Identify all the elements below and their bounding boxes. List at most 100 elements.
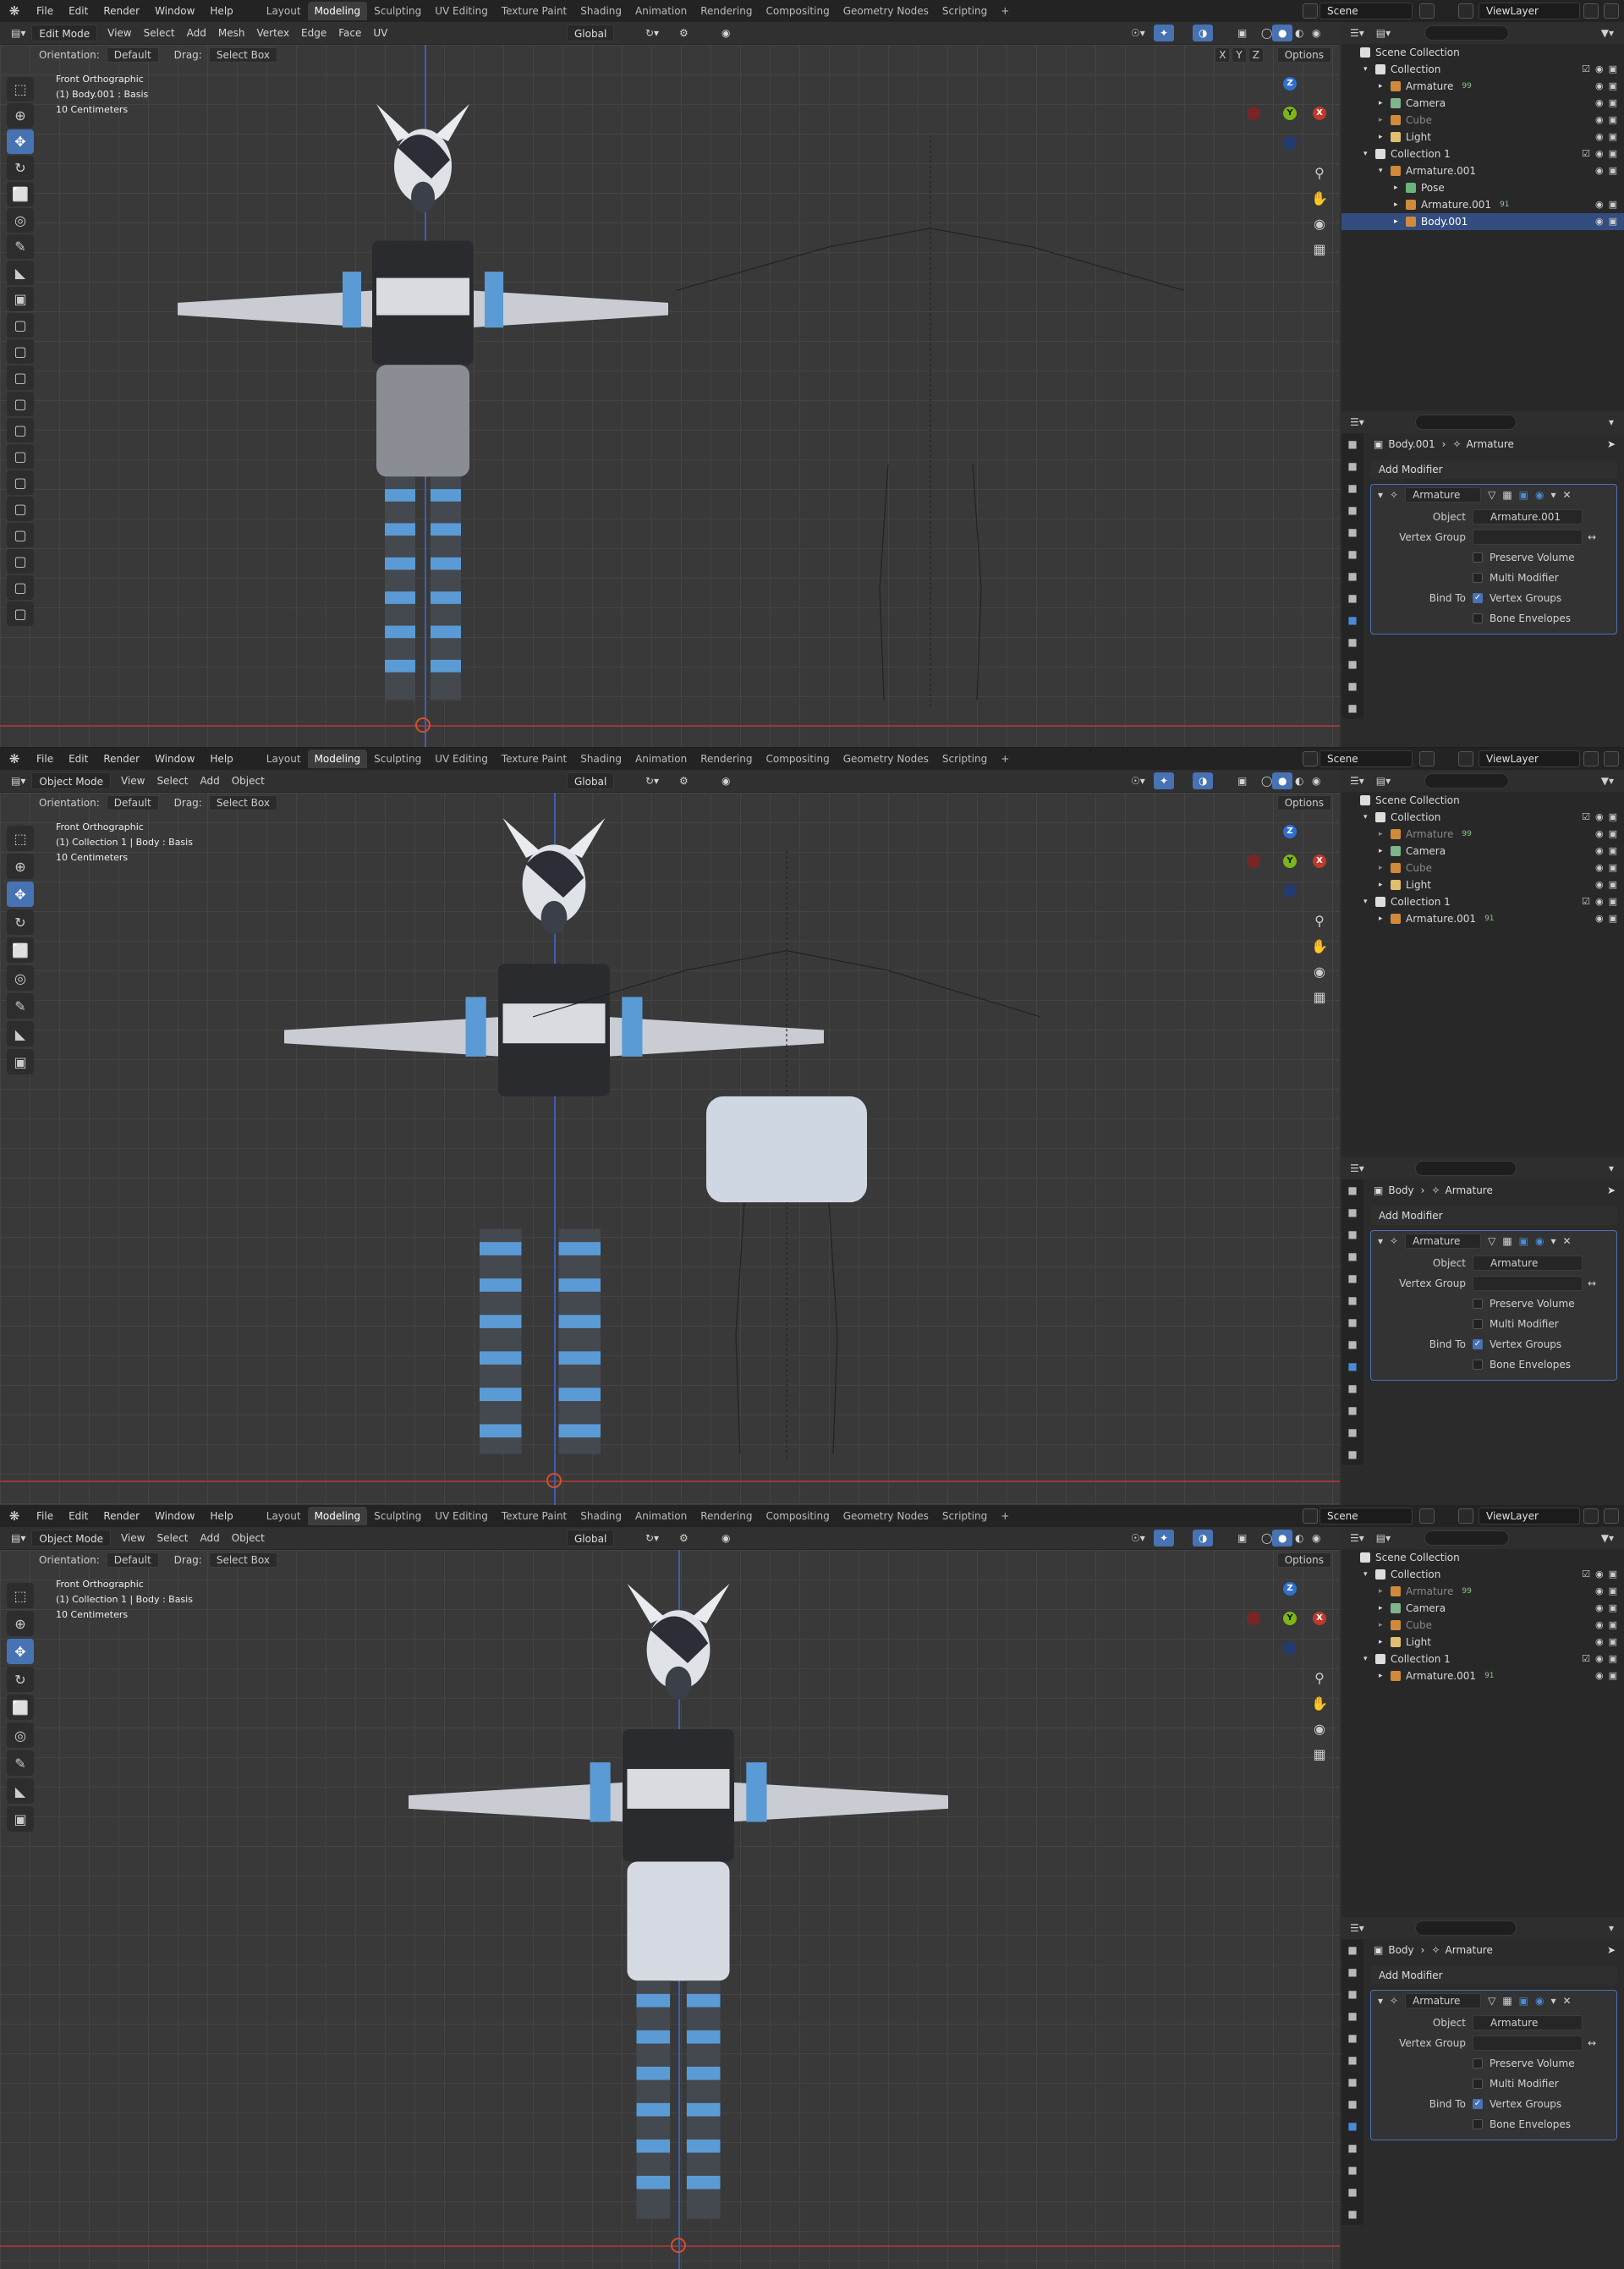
collection-tab-icon[interactable]: ■ <box>1341 1311 1363 1333</box>
menu-edit[interactable]: Edit <box>61 1505 96 1527</box>
header-menu-view[interactable]: View <box>115 772 151 789</box>
outliner-editor-icon[interactable]: ☰▾ <box>1350 775 1364 787</box>
visibility-icon[interactable]: ☉▾ <box>1125 772 1151 789</box>
physics-tab-icon[interactable]: ■ <box>1341 2159 1363 2181</box>
tab-modeling[interactable]: Modeling <box>307 2 368 20</box>
new-view-layer-icon[interactable] <box>1583 3 1599 19</box>
header-menu-view[interactable]: View <box>102 25 137 41</box>
physics-tab-icon[interactable]: ■ <box>1341 653 1363 675</box>
tab-geometry-nodes[interactable]: Geometry Nodes <box>837 2 935 20</box>
tab-compositing[interactable]: Compositing <box>759 2 836 20</box>
header-menu-select[interactable]: Select <box>151 772 194 789</box>
tab-rendering[interactable]: Rendering <box>694 750 759 768</box>
outliner-row-armature-001[interactable]: ▾ Armature.001 ◉ ▣ <box>1341 162 1624 179</box>
shading-rendered-icon[interactable]: ◉ <box>1306 772 1326 789</box>
expand-arrow-icon[interactable]: ▸ <box>1379 843 1391 860</box>
remove-modifier-icon[interactable]: ✕ <box>1563 1995 1572 2007</box>
camera-render-icon[interactable]: ▣ <box>1609 1600 1617 1617</box>
blender-logo-icon[interactable]: ❋ <box>0 748 29 770</box>
tab-rendering[interactable]: Rendering <box>694 2 759 20</box>
pin-icon[interactable]: ➤ <box>1607 438 1616 450</box>
tab-shading[interactable]: Shading <box>573 1507 628 1525</box>
gizmo-toggle-icon[interactable]: ✦ <box>1154 25 1175 41</box>
add-workspace-icon[interactable]: + <box>994 1507 1016 1525</box>
outliner-search[interactable] <box>1424 773 1510 788</box>
modifier-menu-icon[interactable]: ▾ <box>1551 1235 1556 1247</box>
pivot-icon[interactable]: ↻▾ <box>639 772 665 789</box>
outliner-row-pose[interactable]: ▸ Pose <box>1341 179 1624 196</box>
drag-dropdown[interactable]: Select Box <box>208 795 277 810</box>
editmode-toggle-icon[interactable]: ▽ <box>1488 1995 1495 2007</box>
multi-modifier-row[interactable]: Multi Modifier <box>1371 569 1616 586</box>
menu-help[interactable]: Help <box>202 748 240 770</box>
header-menu-uv[interactable]: UV <box>367 25 393 41</box>
shading-rendered-icon[interactable]: ◉ <box>1306 1530 1326 1547</box>
expand-arrow-icon[interactable]: ▸ <box>1379 910 1391 927</box>
camera-render-icon[interactable]: ▣ <box>1609 1634 1617 1651</box>
properties-menu-icon[interactable]: ▾ <box>1609 1162 1614 1174</box>
bone-envelopes-checkbox[interactable] <box>1473 1360 1483 1370</box>
camera-render-icon[interactable]: ▣ <box>1609 876 1617 893</box>
scene-tab-icon[interactable]: ■ <box>1341 1267 1363 1289</box>
tab-layout[interactable]: Layout <box>260 2 308 20</box>
vertex-groups-row[interactable]: Bind To ✓ Vertex Groups <box>1371 2096 1616 2112</box>
eye-icon[interactable]: ◉ <box>1595 1617 1604 1634</box>
camera-render-icon[interactable]: ▣ <box>1609 1583 1617 1600</box>
scene-tab-icon[interactable]: ■ <box>1341 521 1363 543</box>
tab-animation[interactable]: Animation <box>628 1507 694 1525</box>
vertex-groups-checkbox[interactable]: ✓ <box>1473 593 1483 603</box>
view-layer-selector[interactable]: ViewLayer <box>1479 1508 1580 1525</box>
add-modifier-dropdown[interactable]: Add Modifier <box>1370 1966 1617 1985</box>
properties-editor-icon[interactable]: ☰▾ <box>1350 416 1364 428</box>
camera-render-icon[interactable]: ▣ <box>1609 1617 1617 1634</box>
cage-toggle-icon[interactable]: ▦ <box>1502 1235 1512 1247</box>
remove-modifier-icon[interactable]: ✕ <box>1563 489 1572 501</box>
eye-icon[interactable]: ◉ <box>1595 843 1604 860</box>
pivot-icon[interactable]: ↻▾ <box>639 1530 665 1547</box>
header-menu-vertex[interactable]: Vertex <box>250 25 295 41</box>
3d-viewport[interactable]: Front Orthographic (1) Body.001 : Basis … <box>0 45 1340 747</box>
orientation-dropdown[interactable]: Default <box>106 795 159 810</box>
output-tab-icon[interactable]: ■ <box>1341 1223 1363 1245</box>
bone-envelopes-row[interactable]: Bone Envelopes <box>1371 610 1616 627</box>
mode-selector[interactable]: Object Mode <box>31 1530 111 1547</box>
orientation-dropdown[interactable]: Default <box>106 47 159 63</box>
properties-menu-icon[interactable]: ▾ <box>1609 1922 1614 1934</box>
camera-render-icon[interactable]: ▣ <box>1609 196 1617 213</box>
eye-icon[interactable]: ◉ <box>1595 78 1604 95</box>
bone-envelopes-row[interactable]: Bone Envelopes <box>1371 1356 1616 1373</box>
eye-icon[interactable]: ◉ <box>1595 61 1604 78</box>
modifier-tab-icon[interactable]: ■ <box>1341 1355 1363 1377</box>
tab-animation[interactable]: Animation <box>628 750 694 768</box>
camera-render-icon[interactable]: ▣ <box>1609 910 1617 927</box>
new-scene-icon[interactable] <box>1419 3 1435 19</box>
editmode-toggle-icon[interactable]: ▽ <box>1488 1235 1495 1247</box>
tool-tab-icon[interactable]: ■ <box>1341 433 1363 455</box>
bone-envelopes-checkbox[interactable] <box>1473 2119 1483 2129</box>
expand-arrow-icon[interactable]: ▾ <box>1363 893 1375 910</box>
expand-arrow-icon[interactable]: ▾ <box>1363 809 1375 826</box>
editor-type-icon[interactable]: ▤▾ <box>5 772 31 789</box>
outliner-row-collection-1[interactable]: ▾ Collection 1 ☑ ◉ ▣ <box>1341 893 1624 910</box>
menu-window[interactable]: Window <box>147 748 202 770</box>
eye-icon[interactable]: ◉ <box>1595 1634 1604 1651</box>
camera-render-icon[interactable]: ▣ <box>1609 78 1617 95</box>
camera-render-icon[interactable]: ▣ <box>1609 146 1617 162</box>
object-field[interactable]: Armature <box>1473 1255 1583 1271</box>
scene-browse-icon[interactable] <box>1303 1508 1318 1524</box>
gizmo-toggle-icon[interactable]: ✦ <box>1154 1530 1175 1547</box>
xray-icon[interactable]: ▣ <box>1232 772 1253 789</box>
display-mode-icon[interactable]: ▤▾ <box>1376 1532 1391 1544</box>
header-menu-mesh[interactable]: Mesh <box>212 25 251 41</box>
invert-icon[interactable]: ↔ <box>1588 2037 1596 2049</box>
outliner-row-collection[interactable]: ▾ Collection ☑ ◉ ▣ <box>1341 61 1624 78</box>
tab-compositing[interactable]: Compositing <box>759 1507 836 1525</box>
tab-layout[interactable]: Layout <box>260 750 308 768</box>
scene-selector[interactable]: Scene <box>1320 3 1413 19</box>
exclude-checkbox-icon[interactable]: ☑ <box>1582 809 1590 826</box>
modifier-name-field[interactable]: Armature <box>1405 1993 1482 2008</box>
camera-render-icon[interactable]: ▣ <box>1609 1651 1617 1667</box>
properties-search[interactable] <box>1414 1920 1517 1936</box>
render-tab-icon[interactable]: ■ <box>1341 455 1363 477</box>
preserve-volume-row[interactable]: Preserve Volume <box>1371 549 1616 566</box>
